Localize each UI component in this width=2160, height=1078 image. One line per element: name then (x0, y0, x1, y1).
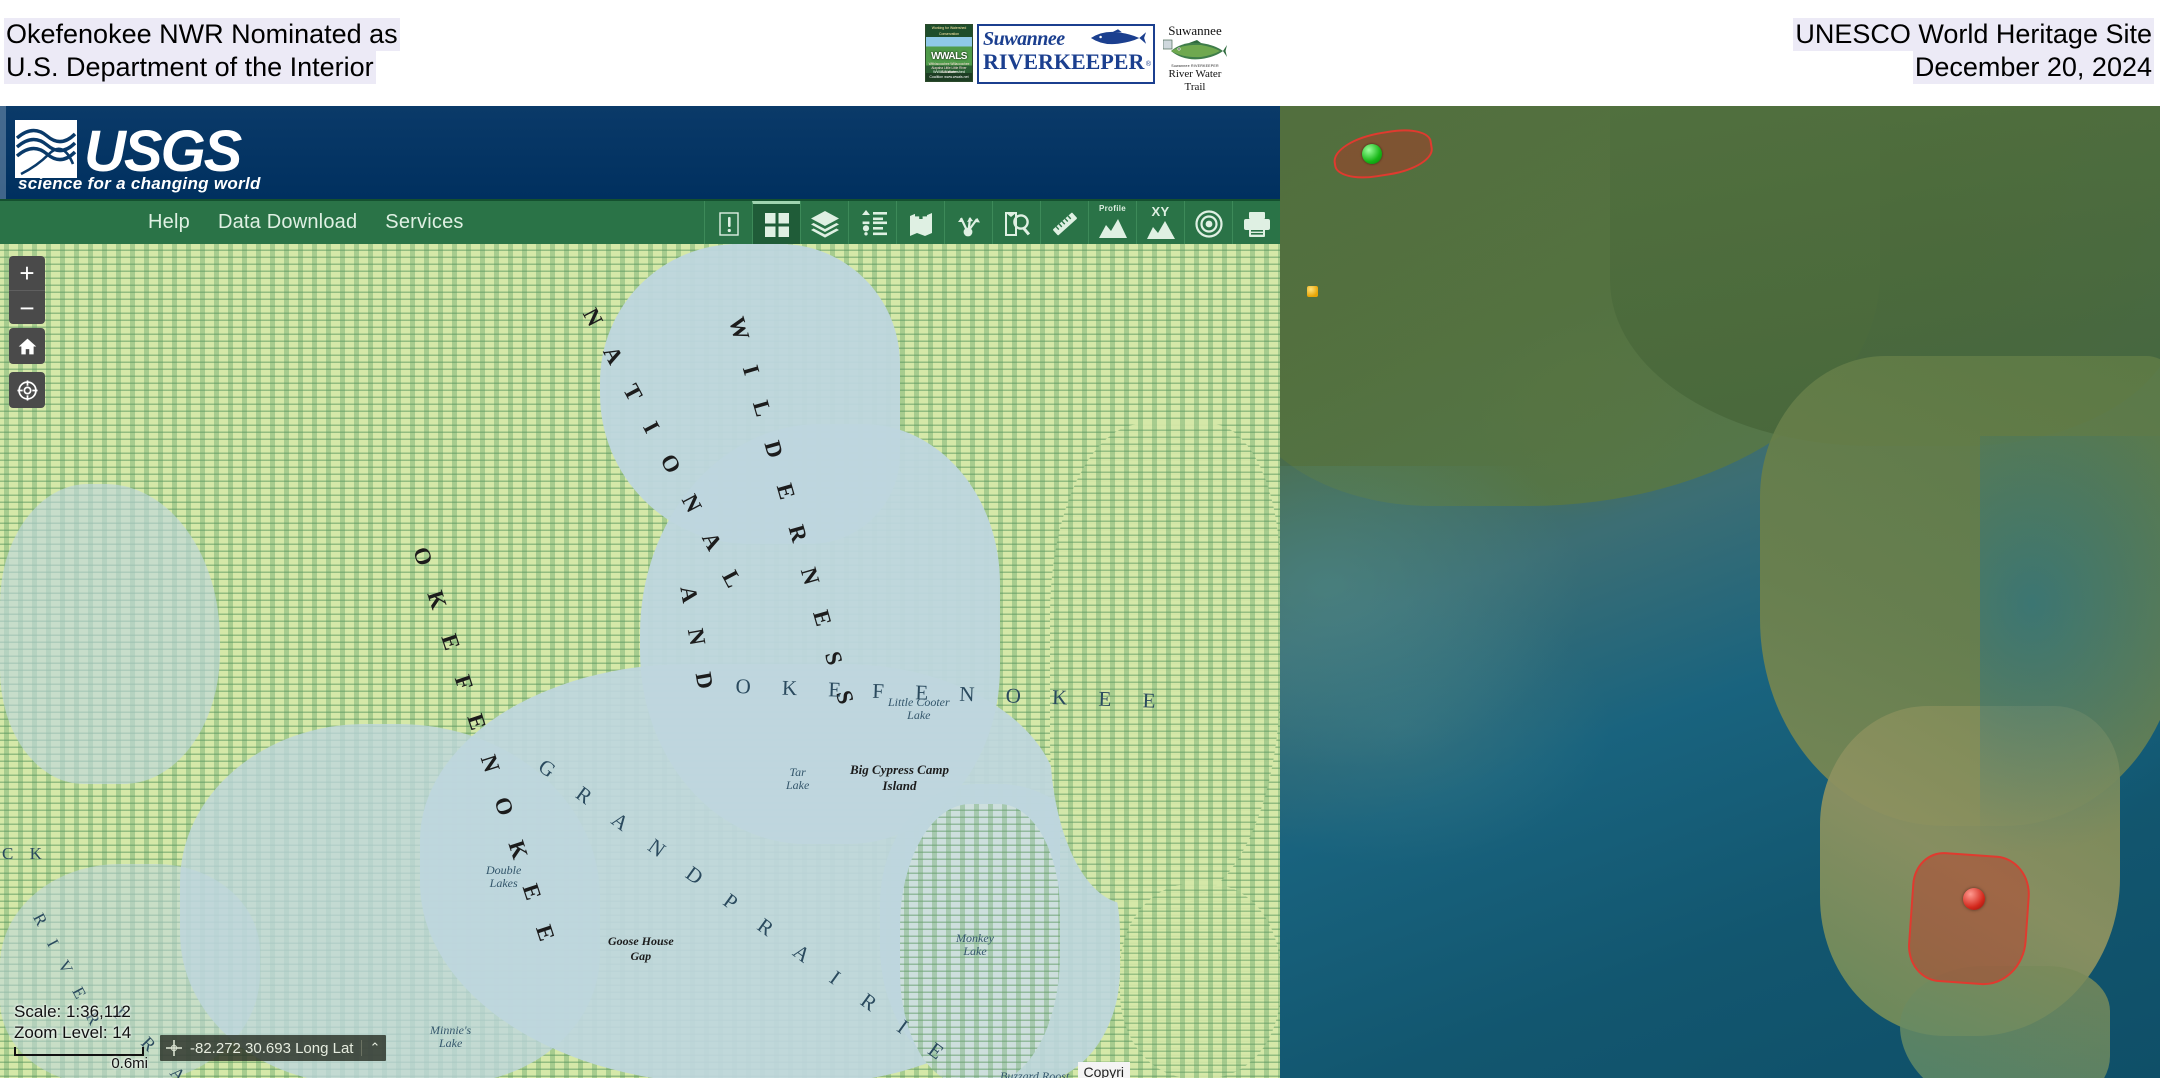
sat-land-keys (1900, 966, 2110, 1078)
locate-target-icon (1194, 209, 1223, 238)
elevation-profile-icon (1098, 219, 1127, 238)
headline-left: Okefenokee NWR Nominated as U.S. Departm… (4, 18, 400, 84)
sat-atlantic-shelf (1980, 436, 2160, 856)
crosshair-icon (166, 1040, 182, 1056)
identify-search-icon-button[interactable] (992, 201, 1040, 246)
suwannee-riverkeeper-logo: Suwannee RIVERKEEPER ® (977, 24, 1155, 84)
site-marker[interactable] (1307, 286, 1318, 297)
everglades-pin[interactable] (1963, 888, 1985, 910)
bass-fish-icon (1163, 39, 1227, 60)
measure-ruler-icon (1052, 212, 1077, 235)
layers-icon (810, 210, 839, 238)
application-area: USGS science for a changing world Help D… (0, 106, 2160, 1078)
scale-text: Scale: 1:36,112 (14, 1002, 131, 1021)
locate-target-icon-button[interactable] (1184, 201, 1232, 246)
menu-help[interactable]: Help (148, 211, 190, 234)
crosshair-locate-icon (16, 379, 38, 401)
usgs-map-viewer: USGS science for a changing world Help D… (0, 106, 1280, 1078)
menu-data-download[interactable]: Data Download (218, 211, 357, 234)
usgs-wordmark: USGS (84, 119, 242, 184)
map-upland-east (1050, 424, 1280, 904)
map-marsh-buzzard (900, 804, 1060, 1078)
wwals-logo-top-text: Working for Watershed Conservation (926, 25, 972, 37)
usgs-toolbar: Help Data Download Services Profile XY (0, 199, 1280, 246)
print-icon (1243, 211, 1270, 237)
wwals-logo-bottom-text: WWALS Watershed Coalition www.wwals.net (929, 70, 969, 79)
chevron-up-icon[interactable]: ⌃ (361, 1040, 380, 1056)
scale-bar: 0.6mi (14, 1047, 148, 1072)
xy-profile-label: XY (1151, 204, 1170, 219)
alert-icon (718, 211, 739, 236)
page-header: Okefenokee NWR Nominated as U.S. Departm… (0, 0, 2160, 106)
headline-left-line2: U.S. Department of the Interior (4, 51, 376, 84)
usgs-logo[interactable]: USGS (15, 119, 242, 184)
zoom-in-button[interactable]: + (9, 256, 45, 290)
headline-right-line1: UNESCO World Heritage Site (1793, 18, 2154, 51)
menu-services[interactable]: Services (385, 211, 463, 234)
identify-search-icon (1004, 211, 1030, 236)
usgs-tagline: science for a changing world (18, 174, 261, 193)
my-location-button[interactable] (9, 372, 45, 408)
home-icon (18, 338, 36, 354)
add-map-icon (909, 209, 932, 236)
wwals-logo-name: WWALS (931, 51, 967, 62)
satellite-overview-map[interactable] (1280, 106, 2160, 1078)
riverkeeper-wordmark-line2: RIVERKEEPER (983, 49, 1145, 74)
toolbar-icon-group: Profile XY (704, 201, 1280, 246)
headline-right: UNESCO World Heritage Site December 20, … (1793, 18, 2154, 84)
home-extent-button[interactable] (9, 328, 45, 364)
print-icon-button[interactable] (1232, 201, 1280, 246)
usgs-banner: USGS science for a changing world (0, 106, 1280, 199)
layers-icon-button[interactable] (800, 201, 848, 246)
basemap-grid-icon-button[interactable] (752, 201, 800, 246)
map-upland-southeast (1120, 884, 1280, 1078)
measure-ruler-icon-button[interactable] (1040, 201, 1088, 246)
scale-indicator: Scale: 1:36,112 Zoom Level: 14 0.6mi (14, 1001, 148, 1072)
logo-group: Working for Watershed Conservation WWALS… (925, 23, 1230, 93)
headline-left-line1: Okefenokee NWR Nominated as (4, 18, 400, 51)
sat-gulf-shelf (1280, 466, 1580, 766)
usgs-wave-mark-icon (15, 120, 77, 178)
map-canvas[interactable]: N A T I O N A L W I L D E R N E S S A N … (0, 244, 1280, 1078)
coordinate-readout[interactable]: -82.272 30.693 Long Lat ⌃ (160, 1035, 387, 1061)
wwals-logo: Working for Watershed Conservation WWALS… (925, 24, 973, 82)
suwannee-river-water-trail-logo: Suwannee Suwannee RIVERKEEPER River Wate… (1160, 23, 1230, 93)
toolbar-menu: Help Data Download Services (148, 211, 464, 234)
watertrail-top-text: Suwannee (1168, 23, 1222, 38)
registered-mark: ® (1145, 61, 1151, 68)
headline-right-line2: December 20, 2024 (1912, 51, 2154, 84)
alert-icon-button[interactable] (704, 201, 752, 246)
legend-list-icon (861, 209, 887, 235)
everglades-aoi-polygon[interactable] (1905, 850, 2033, 988)
basemap-grid-icon (764, 213, 789, 237)
xy-profile-icon-button[interactable]: XY (1136, 201, 1184, 246)
elevation-profile-label: Profile (1099, 204, 1126, 213)
watertrail-bottom-text: River Water Trail (1168, 68, 1222, 93)
zoom-control[interactable]: + − (9, 256, 45, 324)
share-icon (957, 216, 980, 236)
fish-icon (1090, 29, 1147, 45)
zoom-out-button[interactable]: − (9, 290, 45, 324)
zoom-level-text: Zoom Level: 14 (14, 1023, 132, 1042)
share-icon-button[interactable] (944, 201, 992, 246)
coordinate-text: -82.272 30.693 Long Lat (190, 1039, 354, 1057)
scale-bar-value: 0.6mi (111, 1055, 148, 1072)
legend-list-icon-button[interactable] (848, 201, 896, 246)
okefenokee-marker[interactable] (1362, 144, 1382, 164)
add-map-icon-button[interactable] (896, 201, 944, 246)
elevation-profile-icon-button[interactable]: Profile (1088, 201, 1136, 246)
map-copyright: Copyri (1077, 1062, 1130, 1078)
